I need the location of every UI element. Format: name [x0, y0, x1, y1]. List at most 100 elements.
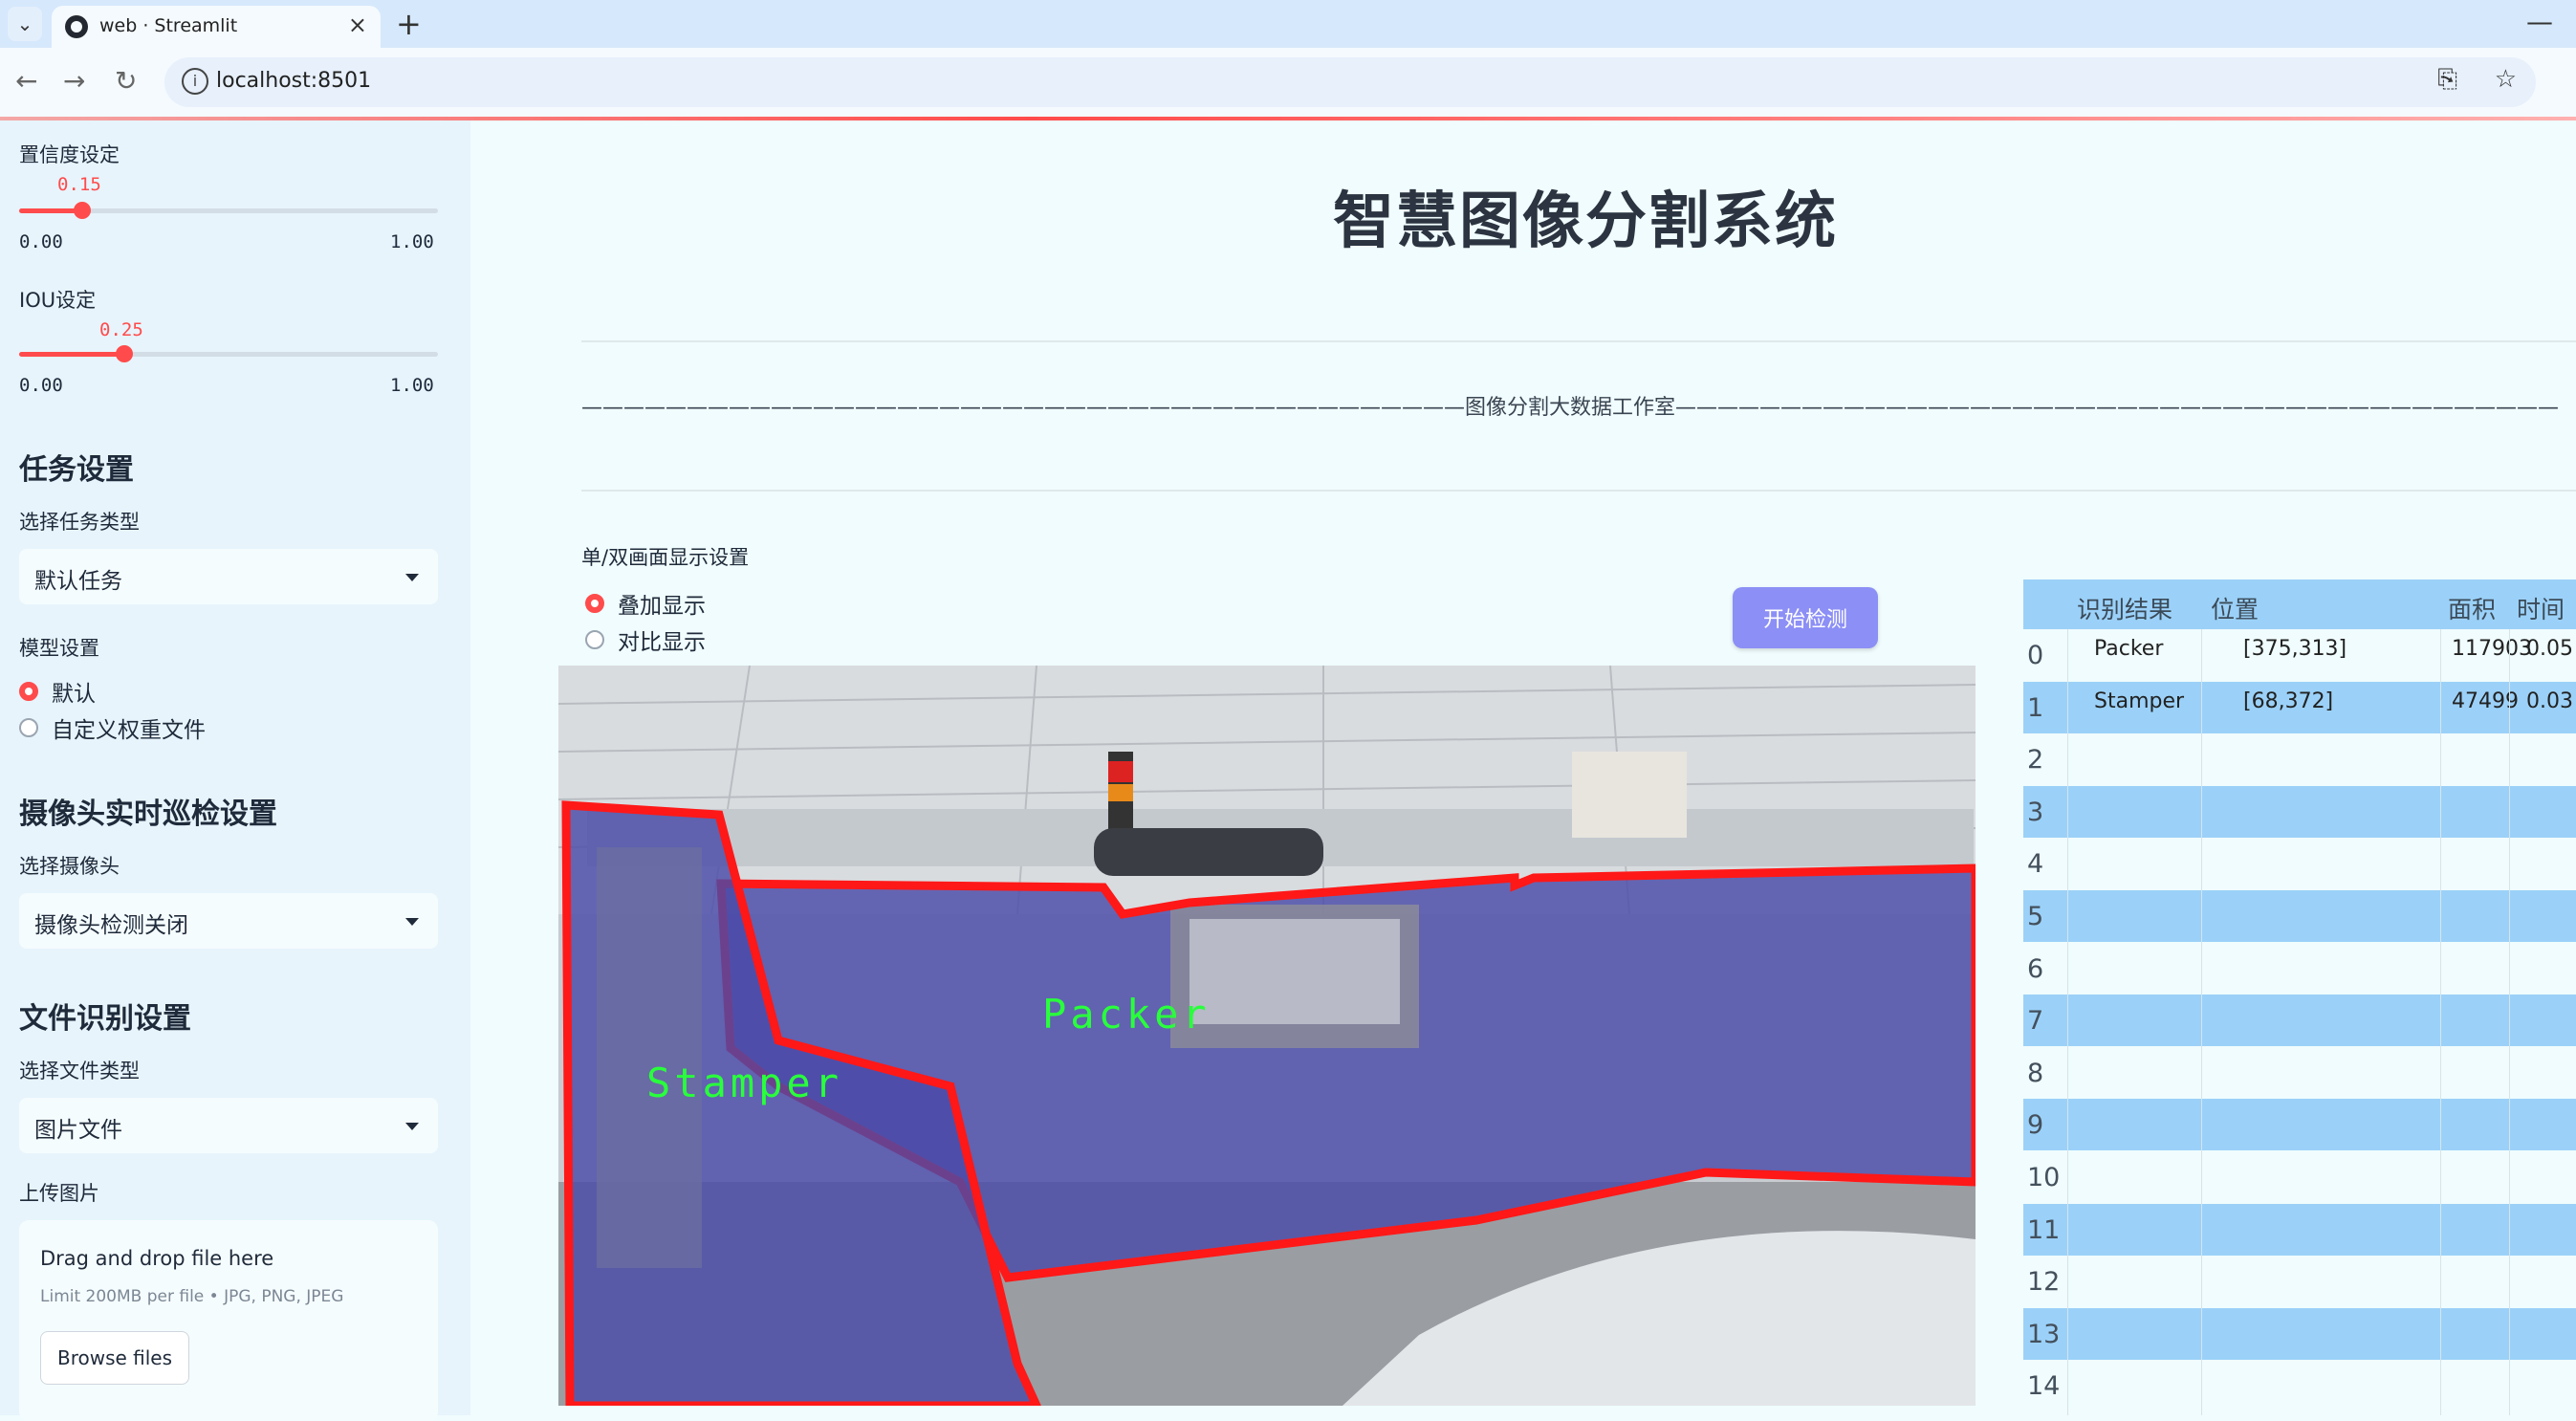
url-text: localhost:8501 — [216, 69, 372, 93]
camera-select-value: 摄像头检测关闭 — [34, 913, 188, 938]
start-detection-button[interactable]: 开始检测 — [1733, 587, 1878, 648]
upload-image-label: 上传图片 — [19, 1182, 99, 1205]
factory-scene-illustration — [558, 666, 1976, 1406]
browser-address-bar: ← → ↻ i localhost:8501 ⎘ ☆ — [0, 48, 2576, 117]
model-option-custom[interactable]: 自定义权重文件 — [19, 711, 206, 744]
row-index: 4 — [2027, 849, 2044, 880]
minimize-window-icon[interactable]: — — [2526, 6, 2553, 37]
task-settings-heading: 任务设置 — [19, 453, 134, 487]
camera-settings-heading: 摄像头实时巡检设置 — [19, 798, 277, 831]
radio-selected-icon[interactable] — [19, 682, 38, 701]
cell-position: [375,313] — [2243, 637, 2347, 661]
confidence-label: 置信度设定 — [19, 143, 120, 166]
table-row[interactable]: 2 — [2023, 733, 2576, 785]
row-index: 6 — [2027, 953, 2044, 984]
confidence-max: 1.00 — [390, 231, 434, 252]
new-tab-icon[interactable]: + — [396, 6, 422, 42]
camera-select[interactable]: 摄像头检测关闭 — [19, 893, 438, 949]
table-row[interactable]: 7 — [2023, 995, 2576, 1047]
table-row[interactable]: 0 Packer [375,313] 117903 0.05 — [2023, 629, 2576, 681]
camera-select-label: 选择摄像头 — [19, 855, 120, 878]
model-option-label: 默认 — [52, 682, 96, 707]
back-arrow-icon[interactable]: ← — [15, 65, 37, 97]
row-index: 9 — [2027, 1110, 2044, 1141]
iou-slider-thumb[interactable] — [116, 345, 133, 362]
iou-value: 0.25 — [99, 319, 143, 340]
cell-result: Packer — [2094, 637, 2164, 661]
iou-slider-fill — [19, 352, 124, 357]
display-mode-overlay[interactable]: 叠加显示 — [585, 587, 706, 620]
column-header-area: 面积 — [2448, 596, 2497, 623]
browser-tab[interactable]: web · Streamlit × — [52, 6, 381, 48]
column-header-time: 时间 — [2517, 596, 2565, 623]
table-header: 识别结果 位置 面积 时间 — [2023, 579, 2576, 629]
table-row[interactable]: 10 — [2023, 1151, 2576, 1203]
tab-title: web · Streamlit — [99, 15, 238, 36]
file-settings-heading: 文件识别设置 — [19, 1002, 191, 1036]
url-field[interactable]: i localhost:8501 ⎘ ☆ — [164, 57, 2536, 107]
iou-min: 0.00 — [19, 375, 63, 396]
file-dropzone[interactable]: Drag and drop file here Limit 200MB per … — [19, 1220, 438, 1421]
column-header-result: 识别结果 — [2077, 596, 2173, 623]
table-row[interactable]: 4 — [2023, 838, 2576, 889]
dropzone-limit-text: Limit 200MB per file • JPG, PNG, JPEG — [40, 1287, 344, 1306]
model-settings-label: 模型设置 — [19, 637, 99, 660]
detection-label-packer: Packer — [1042, 991, 1211, 1038]
row-index: 14 — [2027, 1371, 2061, 1402]
row-index: 5 — [2027, 902, 2044, 931]
results-table[interactable]: 识别结果 位置 面积 时间 0 Packer [375,313] 117903 0.05… — [2023, 579, 2576, 1415]
page-title: 智慧图像分割系统 — [1333, 186, 1838, 257]
table-row[interactable]: 6 — [2023, 943, 2576, 995]
row-index: 1 — [2027, 692, 2044, 723]
display-mode-label: 单/双画面显示设置 — [581, 546, 750, 569]
table-row[interactable]: 3 — [2023, 785, 2576, 838]
row-index: 0 — [2027, 641, 2044, 670]
radio-unselected-icon[interactable] — [585, 630, 604, 649]
column-divider — [2201, 629, 2202, 1415]
row-index: 11 — [2027, 1214, 2061, 1245]
radio-selected-icon[interactable] — [585, 594, 604, 613]
table-row[interactable]: 13 — [2023, 1307, 2576, 1360]
tab-close-icon[interactable]: × — [348, 11, 367, 38]
display-mode-option-label: 叠加显示 — [618, 594, 706, 619]
chevron-down-icon — [405, 574, 419, 581]
table-row[interactable]: 12 — [2023, 1256, 2576, 1307]
dropzone-instruction: Drag and drop file here — [40, 1247, 274, 1270]
bookmark-star-icon[interactable]: ☆ — [2495, 65, 2517, 94]
table-row[interactable]: 1 Stamper [68,372] 47499 0.03 — [2023, 681, 2576, 733]
studio-subtitle: ————————————————————————————————————————… — [581, 396, 2560, 420]
browse-files-button[interactable]: Browse files — [40, 1331, 189, 1385]
table-row[interactable]: 5 — [2023, 890, 2576, 942]
site-info-icon[interactable]: i — [182, 68, 208, 95]
reload-icon[interactable]: ↻ — [115, 65, 137, 97]
table-row[interactable]: 14 — [2023, 1360, 2576, 1411]
display-mode-option-label: 对比显示 — [618, 630, 706, 655]
model-option-label: 自定义权重文件 — [52, 718, 206, 743]
row-index: 10 — [2027, 1163, 2061, 1192]
chevron-down-icon — [405, 918, 419, 926]
column-divider — [2440, 629, 2441, 1415]
task-type-value: 默认任务 — [34, 569, 122, 594]
table-row[interactable]: 9 — [2023, 1099, 2576, 1151]
file-type-select[interactable]: 图片文件 — [19, 1098, 438, 1153]
cell-time: 0.03 — [2526, 689, 2573, 713]
task-type-select[interactable]: 默认任务 — [19, 549, 438, 604]
segmentation-result-image: Stamper Packer — [558, 666, 1976, 1406]
iou-label: IOU设定 — [19, 289, 97, 312]
row-index: 12 — [2027, 1267, 2061, 1298]
confidence-slider-thumb[interactable] — [74, 202, 91, 219]
display-mode-compare[interactable]: 对比显示 — [585, 623, 706, 656]
translate-icon[interactable]: ⎘ — [2437, 65, 2457, 95]
table-row[interactable]: 8 — [2023, 1047, 2576, 1099]
confidence-slider[interactable] — [19, 202, 438, 219]
table-row[interactable]: 11 — [2023, 1203, 2576, 1256]
tab-list-chevron-icon[interactable]: ⌄ — [8, 7, 42, 41]
model-option-default[interactable]: 默认 — [19, 675, 96, 708]
iou-slider[interactable] — [19, 345, 438, 362]
forward-arrow-icon[interactable]: → — [63, 65, 85, 97]
radio-unselected-icon[interactable] — [19, 718, 38, 737]
divider — [581, 340, 2576, 342]
chevron-down-icon — [405, 1123, 419, 1130]
browser-tab-bar: ⌄ web · Streamlit × + — — [0, 0, 2576, 48]
streamlit-favicon-icon — [65, 15, 88, 38]
